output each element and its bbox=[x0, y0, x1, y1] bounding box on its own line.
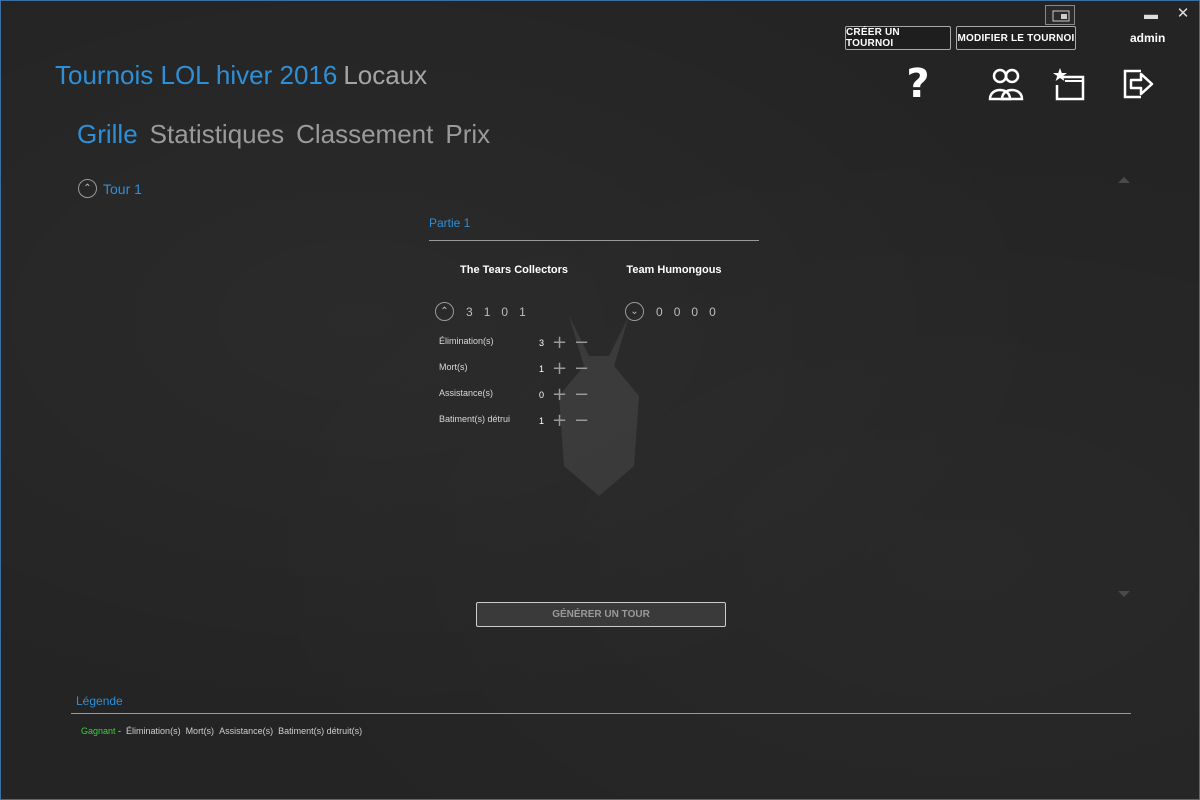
new-favorite-icon[interactable] bbox=[1050, 64, 1090, 104]
legend-separator: - bbox=[118, 726, 122, 736]
help-icon[interactable]: ? bbox=[898, 61, 938, 107]
score-buildings: 1 bbox=[519, 304, 527, 319]
stat-value: 3 bbox=[539, 338, 545, 348]
stat-row-kills: Élimination(s) 3 + − bbox=[439, 334, 599, 354]
tournament-location: Locaux bbox=[343, 60, 428, 90]
page-title: Tournois LOL hiver 2016 Locaux bbox=[55, 60, 427, 91]
legend-item: Mort(s) bbox=[185, 726, 215, 736]
tournament-name: Tournois LOL hiver 2016 bbox=[55, 60, 338, 90]
round-header[interactable]: ⌃ Tour 1 bbox=[78, 179, 142, 198]
score-deaths: 0 bbox=[673, 304, 682, 319]
chevron-down-icon[interactable]: ⌄ bbox=[625, 302, 644, 321]
stat-row-assists: Assistance(s) 0 + − bbox=[439, 386, 599, 406]
stat-label: Élimination(s) bbox=[439, 336, 494, 346]
generate-round-button[interactable]: GÉNÉRER UN TOUR bbox=[476, 602, 726, 627]
plus-icon[interactable]: + bbox=[552, 386, 567, 404]
match-title: Partie 1 bbox=[429, 216, 471, 230]
stat-row-buildings: Batiment(s) détrui 1 + − bbox=[439, 412, 599, 432]
legend-winner-group: Gagnant - bbox=[81, 726, 121, 736]
stat-value: 1 bbox=[539, 364, 545, 374]
score-buildings: 0 bbox=[709, 304, 717, 319]
legend-title: Légende bbox=[76, 694, 123, 708]
minus-icon[interactable]: − bbox=[574, 412, 589, 430]
legend-item: Élimination(s) bbox=[126, 726, 181, 736]
plus-icon[interactable]: + bbox=[552, 360, 567, 378]
stat-label: Mort(s) bbox=[439, 362, 468, 372]
round-label[interactable]: Tour 1 bbox=[103, 181, 142, 197]
create-tournament-button[interactable]: CRÉER UN TOURNOI bbox=[845, 26, 951, 50]
logout-icon[interactable] bbox=[1118, 64, 1158, 104]
team-b-name: Team Humongous bbox=[626, 264, 722, 276]
minus-icon[interactable]: − bbox=[574, 334, 589, 352]
legend-item: Assistance(s) bbox=[219, 726, 274, 736]
team-b-score: 0 0 0 0 bbox=[656, 305, 717, 319]
tab-prix[interactable]: Prix bbox=[445, 119, 490, 150]
stat-value: 1 bbox=[539, 416, 545, 426]
restore-icon bbox=[1052, 10, 1070, 22]
close-button[interactable]: ✕ bbox=[1176, 6, 1190, 21]
score-kills: 0 bbox=[656, 304, 664, 319]
stat-value: 0 bbox=[539, 390, 545, 400]
scroll-down-arrow[interactable] bbox=[1118, 591, 1130, 597]
score-assists: 0 bbox=[501, 304, 510, 319]
plus-icon[interactable]: + bbox=[552, 334, 567, 352]
legend-item: Batiment(s) détruit(s) bbox=[278, 726, 363, 736]
modify-tournament-button[interactable]: MODIFIER LE TOURNOI bbox=[956, 26, 1076, 50]
user-label[interactable]: admin bbox=[1130, 31, 1165, 45]
match-divider bbox=[429, 240, 759, 241]
chevron-up-icon[interactable]: ⌃ bbox=[78, 179, 97, 198]
tab-classement[interactable]: Classement bbox=[296, 119, 433, 150]
users-icon[interactable] bbox=[986, 64, 1026, 104]
scroll-up-arrow[interactable] bbox=[1118, 177, 1130, 183]
team-a-name: The Tears Collectors bbox=[460, 264, 568, 276]
score-assists: 0 bbox=[691, 304, 700, 319]
team-a-score: 3 1 0 1 bbox=[466, 305, 527, 319]
chevron-up-icon[interactable]: ⌃ bbox=[435, 302, 454, 321]
window-restore-button[interactable] bbox=[1045, 5, 1075, 25]
tab-grille[interactable]: Grille bbox=[77, 119, 138, 150]
stat-label: Batiment(s) détrui bbox=[439, 414, 511, 424]
stat-label: Assistance(s) bbox=[439, 388, 494, 398]
team-b-score-row: ⌄ 0 0 0 0 bbox=[625, 302, 717, 321]
minus-icon[interactable]: − bbox=[574, 386, 589, 404]
plus-icon[interactable]: + bbox=[552, 412, 567, 430]
main-nav: Grille Statistiques Classement Prix bbox=[77, 119, 490, 150]
score-deaths: 1 bbox=[483, 304, 492, 319]
legend-divider bbox=[71, 713, 1131, 714]
legend: Gagnant - Élimination(s) Mort(s) Assista… bbox=[81, 726, 362, 736]
minus-icon[interactable]: − bbox=[574, 360, 589, 378]
legend-winner: Gagnant bbox=[81, 726, 116, 736]
tab-statistiques[interactable]: Statistiques bbox=[150, 119, 284, 150]
team-a-score-row: ⌃ 3 1 0 1 bbox=[435, 302, 527, 321]
stat-row-deaths: Mort(s) 1 + − bbox=[439, 360, 599, 380]
minimize-button[interactable]: ▬ bbox=[1144, 7, 1158, 21]
score-kills: 3 bbox=[466, 304, 474, 319]
app-window: ▬ ✕ CRÉER UN TOURNOI MODIFIER LE TOURNOI… bbox=[0, 0, 1200, 800]
